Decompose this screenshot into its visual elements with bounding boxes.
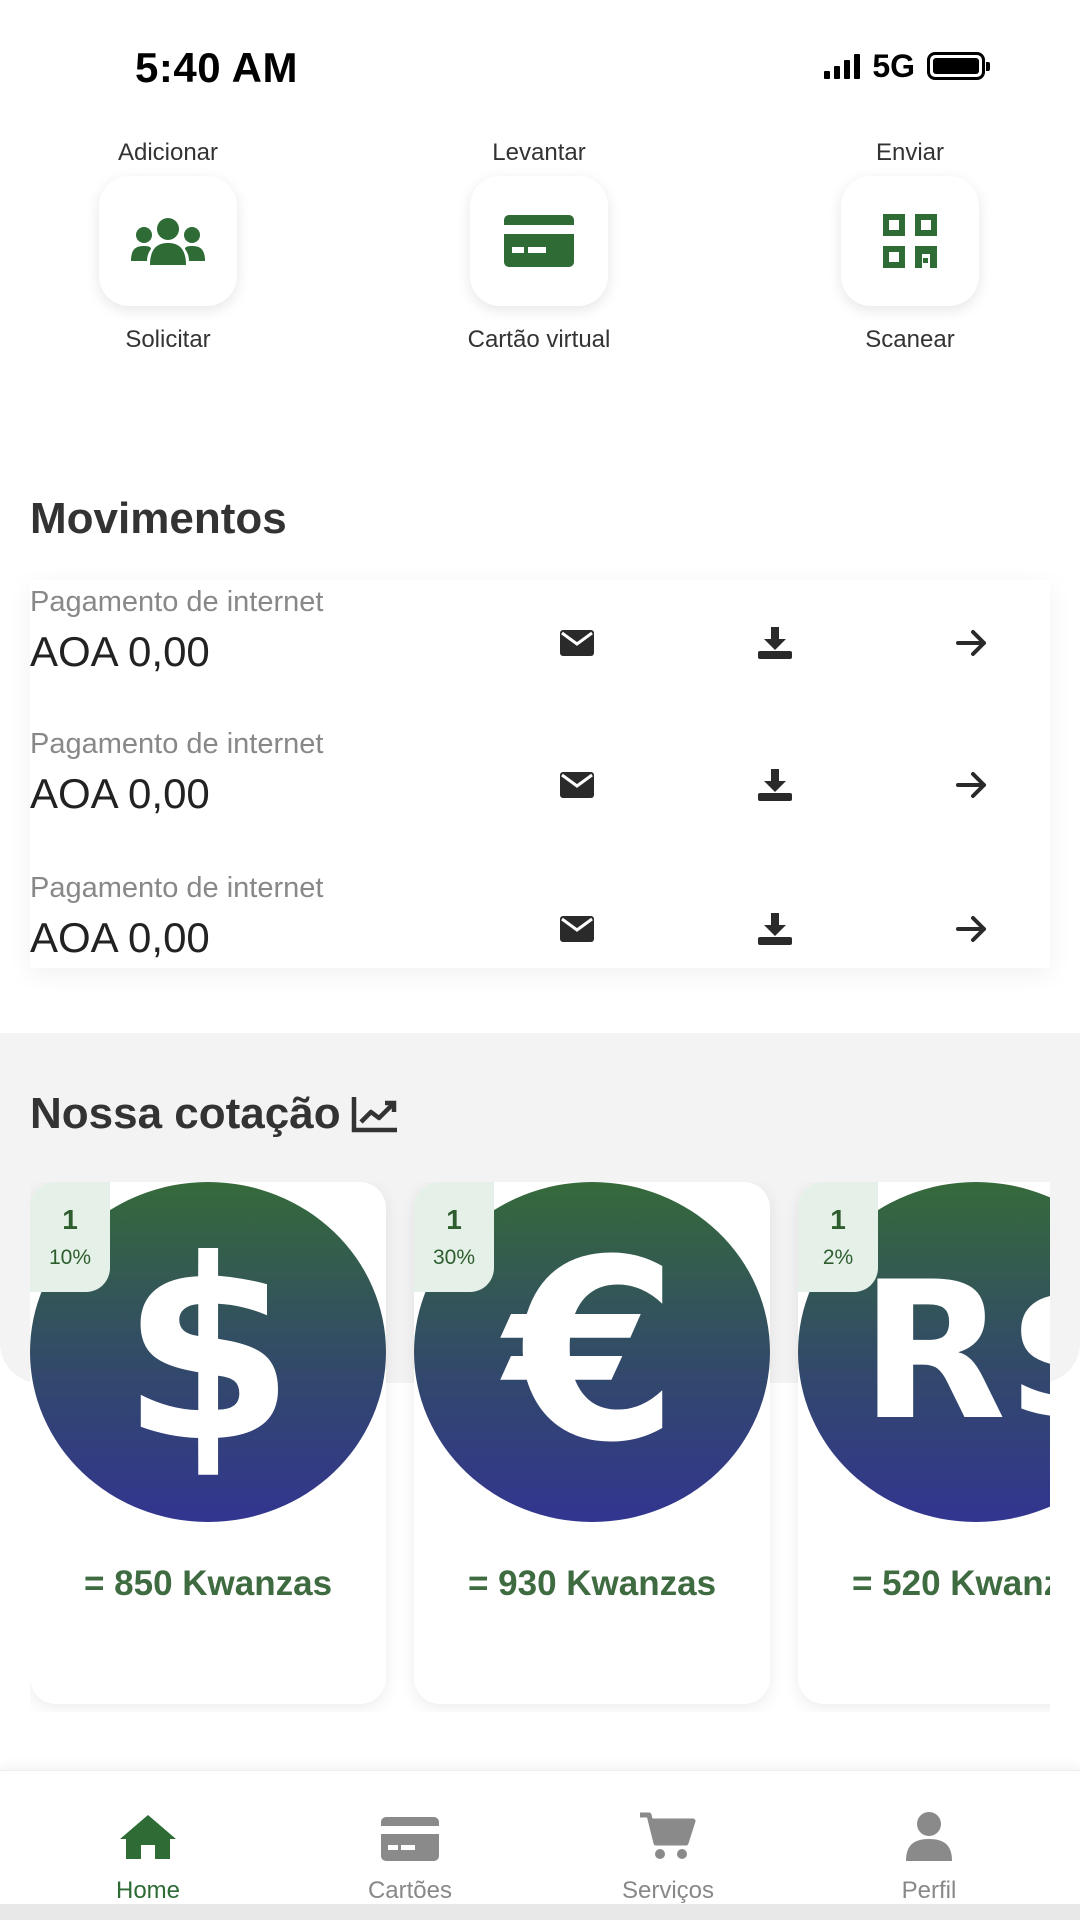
nav-servicos[interactable]: Serviços: [558, 1771, 778, 1904]
movement-description: Pagamento de internet: [30, 728, 324, 760]
movement-amount: AOA 0,00: [30, 770, 210, 817]
movimentos-list: Pagamento de internet AOA 0,00 Pagamento…: [30, 580, 1050, 968]
cotacao-title: Nossa cotação: [30, 1089, 341, 1138]
nav-cartoes[interactable]: Cartões: [300, 1771, 520, 1904]
status-time: 5:40 AM: [135, 44, 298, 91]
solicitar-button[interactable]: [99, 176, 237, 306]
action-adicionar: Adicionar Solicitar: [68, 136, 268, 354]
network-type: 5G: [872, 47, 915, 84]
nav-label: Cartões: [367, 1877, 453, 1904]
movement-row[interactable]: Pagamento de internet AOA 0,00: [30, 722, 1050, 866]
badge-percent: 30%: [432, 1246, 476, 1269]
action-bottom-label: Cartão virtual: [467, 326, 611, 353]
rate-card-brl[interactable]: R$ 1 2% = 520 Kwanzas: [798, 1182, 1050, 1704]
movement-amount: AOA 0,00: [30, 914, 210, 961]
nav-label: Serviços: [621, 1877, 715, 1904]
user-icon: [906, 1812, 952, 1861]
rate-value: = 520 Kwanzas: [851, 1564, 1050, 1603]
badge-percent: 10%: [48, 1246, 92, 1269]
action-bottom-label: Scanear: [865, 326, 955, 353]
badge-quantity: 1: [62, 1204, 78, 1235]
rate-badge: 1 10%: [30, 1182, 110, 1292]
badge-quantity: 1: [446, 1204, 462, 1235]
action-top-label: Adicionar: [117, 139, 219, 166]
nav-home[interactable]: Home: [38, 1771, 258, 1904]
arrow-right-icon[interactable]: [947, 760, 997, 810]
nav-perfil[interactable]: Perfil: [819, 1771, 1039, 1904]
movimentos-title: Movimentos: [30, 494, 287, 543]
rates-carousel[interactable]: $ 1 10% = 850 Kwanzas € 1 30% = 930 Kwan…: [30, 1182, 1050, 1712]
signal-icon: [824, 53, 861, 79]
cartao-virtual-button[interactable]: [470, 176, 608, 306]
nav-label: Perfil: [901, 1877, 957, 1904]
rate-badge: 1 30%: [414, 1182, 494, 1292]
movement-amount: AOA 0,00: [30, 628, 210, 675]
cotacao-header: Nossa cotação: [30, 1089, 399, 1139]
bottom-edge: [0, 1904, 1080, 1920]
qr-code-icon: [883, 214, 937, 268]
action-enviar: Enviar Scanear: [810, 136, 1010, 354]
badge-percent: 2%: [822, 1246, 854, 1269]
envelope-icon[interactable]: [552, 904, 602, 954]
movement-description: Pagamento de internet: [30, 872, 324, 904]
users-icon: [131, 218, 205, 265]
download-icon[interactable]: [750, 904, 800, 954]
badge-quantity: 1: [830, 1204, 846, 1235]
nav-label: Home: [115, 1877, 181, 1904]
home-icon: [120, 1815, 176, 1859]
movement-row[interactable]: Pagamento de internet AOA 0,00: [30, 866, 1050, 968]
action-levantar: Levantar Cartão virtual: [439, 136, 639, 354]
battery-icon: [927, 52, 990, 80]
status-indicators: 5G: [824, 47, 990, 84]
envelope-icon[interactable]: [552, 760, 602, 810]
download-icon[interactable]: [750, 618, 800, 668]
action-bottom-label: Solicitar: [125, 326, 211, 353]
movement-description: Pagamento de internet: [30, 586, 324, 618]
arrow-right-icon[interactable]: [947, 904, 997, 954]
scanear-button[interactable]: [841, 176, 979, 306]
bottom-navigation: Home Cartões Serviços Perfil: [0, 1770, 1080, 1920]
rate-card-eur[interactable]: € 1 30% = 930 Kwanzas: [414, 1182, 770, 1704]
action-top-label: Enviar: [875, 139, 945, 166]
arrow-right-icon[interactable]: [947, 618, 997, 668]
cart-icon: [640, 1812, 696, 1859]
credit-card-icon: [504, 215, 574, 267]
rate-value: = 930 Kwanzas: [467, 1564, 717, 1603]
chart-line-icon: [351, 1097, 397, 1133]
rate-value: = 850 Kwanzas: [83, 1564, 333, 1603]
credit-card-icon: [381, 1817, 439, 1861]
rate-card-usd[interactable]: $ 1 10% = 850 Kwanzas: [30, 1182, 386, 1704]
movement-row[interactable]: Pagamento de internet AOA 0,00: [30, 580, 1050, 722]
status-bar: 5:40 AM 5G: [0, 0, 1080, 130]
download-icon[interactable]: [750, 760, 800, 810]
envelope-icon[interactable]: [552, 618, 602, 668]
action-top-label: Levantar: [492, 139, 586, 166]
rate-badge: 1 2%: [798, 1182, 878, 1292]
